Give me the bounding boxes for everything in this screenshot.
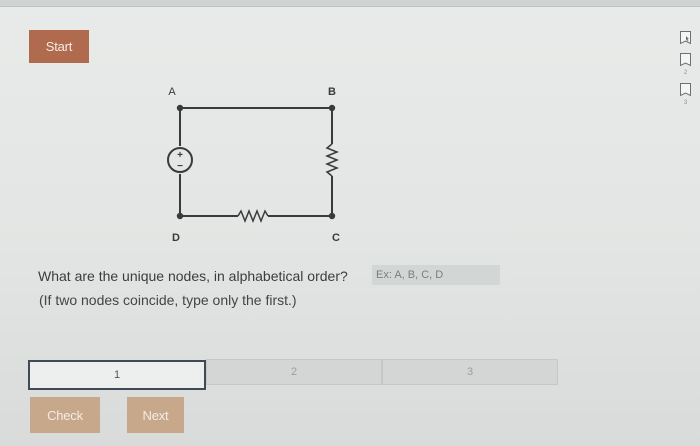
circuit-diagram: + − A B C D — [167, 86, 340, 244]
top-bar — [0, 0, 700, 7]
next-button[interactable]: Next — [127, 397, 184, 433]
progress-step-1[interactable]: 1 — [28, 360, 206, 390]
question-text: What are the unique nodes, in alphabetic… — [38, 268, 348, 284]
source-minus-sign: − — [177, 161, 183, 172]
progress-bar: 1 2 3 — [28, 359, 558, 390]
side-toolbar: 2 3 — [679, 30, 697, 112]
side-item-label: 2 — [683, 70, 688, 76]
check-button[interactable]: Check — [30, 397, 100, 433]
answer-input[interactable] — [372, 265, 500, 285]
node-d-label: D — [172, 232, 180, 244]
node-a-dot — [176, 104, 184, 112]
start-button[interactable]: Start — [29, 30, 89, 63]
node-b-label: B — [328, 86, 336, 98]
node-b-dot — [328, 104, 336, 112]
node-c-dot — [328, 212, 336, 220]
node-a-label: A — [168, 86, 176, 98]
side-item-label: 3 — [683, 100, 688, 106]
progress-step-3[interactable]: 3 — [382, 359, 558, 385]
bookmark-icon[interactable] — [679, 52, 692, 68]
question-hint: (If two nodes coincide, type only the fi… — [39, 292, 297, 308]
node-d-dot — [176, 212, 184, 220]
progress-step-2[interactable]: 2 — [206, 359, 382, 385]
resistor-bottom — [237, 208, 269, 224]
resistor-right — [324, 143, 340, 177]
source-plus-sign: + — [177, 150, 183, 161]
bookmark-icon[interactable] — [679, 82, 692, 98]
bookmark-icon[interactable] — [679, 30, 692, 46]
node-c-label: C — [332, 232, 340, 244]
